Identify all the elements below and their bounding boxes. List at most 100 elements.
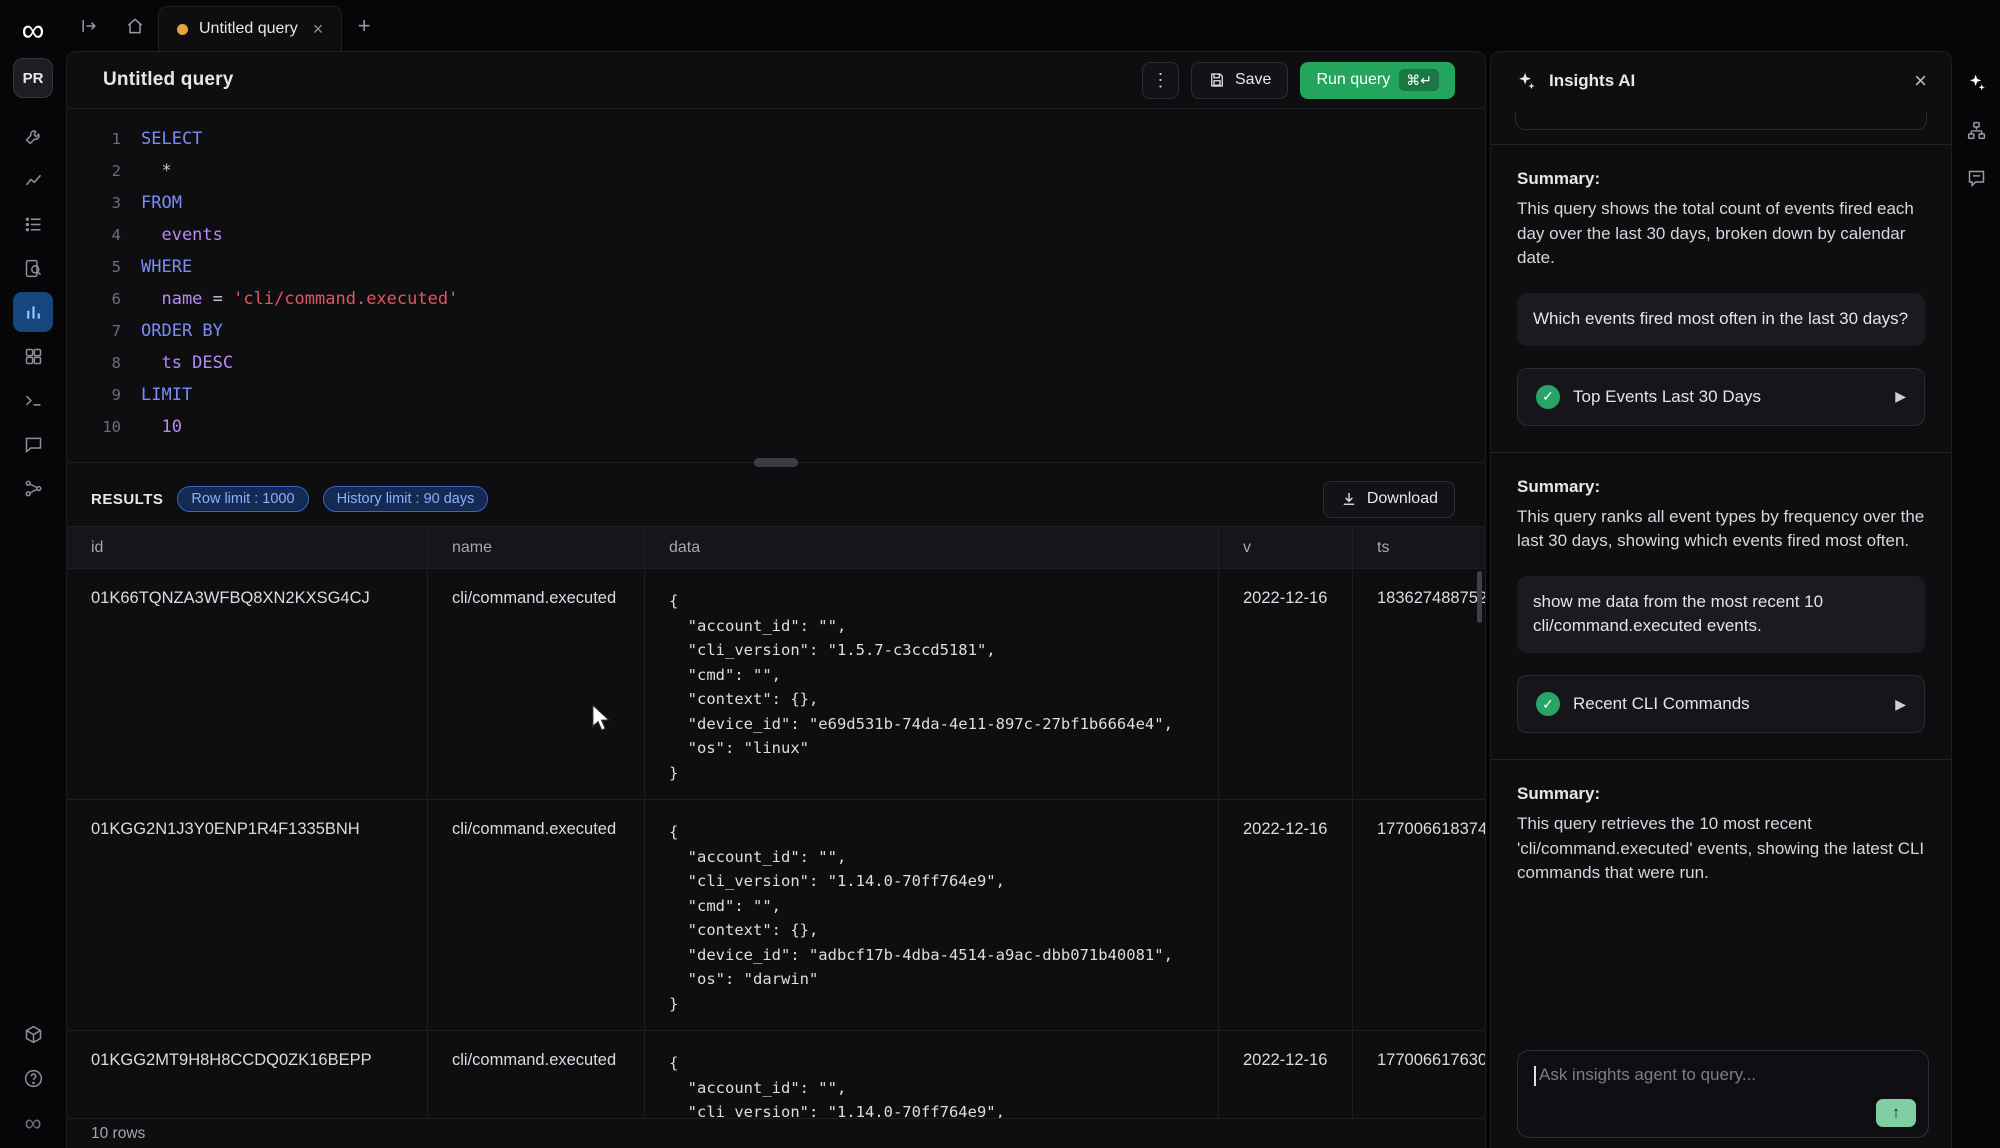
row-limit-badge[interactable]: Row limit : 1000 — [177, 486, 308, 512]
code-line[interactable]: 1SELECT — [67, 123, 1485, 155]
tab-label: Untitled query — [199, 20, 298, 38]
sidebar-expand-icon[interactable] — [66, 0, 112, 51]
code-text: WHERE — [141, 251, 192, 283]
code-line[interactable]: 9LIMIT — [67, 379, 1485, 411]
table-scrollbar[interactable] — [1477, 571, 1482, 623]
json-value: { "account_id": "", "cli_version": "1.5.… — [669, 589, 1206, 785]
code-line[interactable]: 8 ts DESC — [67, 347, 1485, 379]
code-line[interactable]: 3FROM — [67, 187, 1485, 219]
code-line[interactable]: 2 * — [67, 155, 1485, 187]
play-icon[interactable]: ▶ — [1895, 696, 1906, 713]
scrolled-card-partial[interactable] — [1515, 113, 1927, 130]
trend-chart-icon[interactable] — [13, 160, 53, 200]
code-text: * — [141, 155, 172, 187]
query-card[interactable]: ✓ Recent CLI Commands ▶ — [1517, 675, 1925, 733]
input-placeholder: Ask insights agent to query... — [1539, 1065, 1756, 1084]
code-text: events — [141, 219, 223, 251]
line-number: 8 — [67, 347, 141, 379]
close-icon[interactable]: × — [1914, 68, 1927, 94]
table-header: id name data v ts — [67, 526, 1485, 569]
wrench-icon[interactable] — [13, 116, 53, 156]
column-header-data[interactable]: data — [645, 527, 1219, 568]
turn-divider — [1491, 759, 1951, 760]
line-number: 3 — [67, 187, 141, 219]
run-query-button[interactable]: Run query ⌘↵ — [1300, 62, 1455, 99]
help-icon[interactable] — [13, 1058, 53, 1098]
summary-label: Summary: — [1517, 784, 1925, 804]
code-line[interactable]: 6 name = 'cli/command.executed' — [67, 283, 1485, 315]
new-tab-button[interactable]: + — [342, 0, 386, 51]
column-header-name[interactable]: name — [428, 527, 645, 568]
feedback-icon[interactable] — [1959, 161, 1993, 195]
user-question-bubble: show me data from the most recent 10 cli… — [1517, 576, 1925, 653]
code-text: LIMIT — [141, 379, 192, 411]
chat-icon[interactable] — [13, 424, 53, 464]
footer-logo-icon: ∞ — [24, 1110, 41, 1138]
explore-doc-icon[interactable] — [13, 248, 53, 288]
table-row[interactable]: 01K66TQNZA3WFBQ8XN2KXSG4CJ cli/command.e… — [67, 569, 1485, 800]
code-text: ts DESC — [141, 347, 233, 379]
results-toolbar: RESULTS Row limit : 1000 History limit :… — [67, 472, 1485, 526]
tab-bar: Untitled query × + — [66, 0, 2000, 51]
package-icon[interactable] — [13, 1014, 53, 1054]
code-line[interactable]: 7ORDER BY — [67, 315, 1485, 347]
insights-header: Insights AI × — [1491, 52, 1951, 109]
panel-splitter[interactable] — [67, 462, 1485, 472]
summary-text: This query shows the total count of even… — [1517, 197, 1925, 271]
table-footer: 10 rows — [67, 1118, 1485, 1148]
more-options-button[interactable]: ⋮ — [1142, 62, 1179, 99]
code-text: 10 — [141, 411, 182, 443]
summary-text: This query ranks all event types by freq… — [1517, 505, 1925, 554]
tab-close-icon[interactable]: × — [309, 19, 324, 40]
cell-id: 01K66TQNZA3WFBQ8XN2KXSG4CJ — [67, 569, 428, 799]
dashboards-grid-icon[interactable] — [13, 336, 53, 376]
save-button[interactable]: Save — [1191, 62, 1288, 99]
home-icon[interactable] — [112, 0, 158, 51]
code-line[interactable]: 4 events — [67, 219, 1485, 251]
schema-tree-icon[interactable] — [1959, 113, 1993, 147]
code-line[interactable]: 5WHERE — [67, 251, 1485, 283]
send-button[interactable]: ↑ — [1876, 1099, 1916, 1127]
splitter-grip[interactable] — [754, 458, 798, 467]
turn-divider — [1491, 452, 1951, 453]
cell-name: cli/command.executed — [428, 569, 645, 799]
download-button[interactable]: Download — [1323, 481, 1455, 518]
ask-insights-input[interactable]: Ask insights agent to query... ↑ — [1517, 1050, 1929, 1138]
app-logo-icon: ∞ — [22, 10, 45, 50]
cell-ts: 1836274887529 — [1353, 569, 1485, 799]
sparkle-icon — [1515, 70, 1537, 92]
summary-text: This query retrieves the 10 most recent … — [1517, 812, 1925, 886]
line-number: 10 — [67, 411, 141, 443]
code-line[interactable]: 10 10 — [67, 411, 1485, 443]
avatar[interactable]: PR — [13, 58, 53, 98]
terminal-icon[interactable] — [13, 380, 53, 420]
tab-untitled-query[interactable]: Untitled query × — [158, 6, 342, 51]
pipeline-branch-icon[interactable] — [13, 468, 53, 508]
code-text: FROM — [141, 187, 182, 219]
history-limit-badge[interactable]: History limit : 90 days — [323, 486, 489, 512]
play-icon[interactable]: ▶ — [1895, 388, 1906, 405]
summary-label: Summary: — [1517, 169, 1925, 189]
stream-list-icon[interactable] — [13, 204, 53, 244]
right-rail — [1952, 51, 2000, 1148]
query-card[interactable]: ✓ Top Events Last 30 Days ▶ — [1517, 368, 1925, 426]
query-bar-chart-icon[interactable] — [13, 292, 53, 332]
insights-ai-rail-icon[interactable] — [1959, 65, 1993, 99]
cell-data: { "account_id": "", "cli_version": "1.14… — [645, 800, 1219, 1030]
turn-divider — [1491, 144, 1951, 145]
query-card-title: Recent CLI Commands — [1573, 694, 1750, 714]
query-card-title: Top Events Last 30 Days — [1573, 387, 1761, 407]
column-header-ts[interactable]: ts — [1353, 527, 1486, 568]
table-row[interactable]: 01KGG2N1J3Y0ENP1R4F1335BNH cli/command.e… — [67, 800, 1485, 1031]
json-value: { "account_id": "", "cli_version": "1.14… — [669, 820, 1206, 1016]
line-number: 4 — [67, 219, 141, 251]
unsaved-dot-icon — [177, 24, 188, 35]
results-table: 01K66TQNZA3WFBQ8XN2KXSG4CJ cli/command.e… — [67, 569, 1485, 1148]
text-caret — [1534, 1066, 1536, 1086]
cell-ts: 1770066183747 — [1353, 800, 1485, 1030]
sql-editor[interactable]: 1SELECT 2 * 3FROM 4 events 5WHERE 6 name… — [67, 109, 1485, 462]
column-header-id[interactable]: id — [67, 527, 428, 568]
column-header-v[interactable]: v — [1219, 527, 1353, 568]
summary-label: Summary: — [1517, 477, 1925, 497]
code-text: SELECT — [141, 123, 202, 155]
